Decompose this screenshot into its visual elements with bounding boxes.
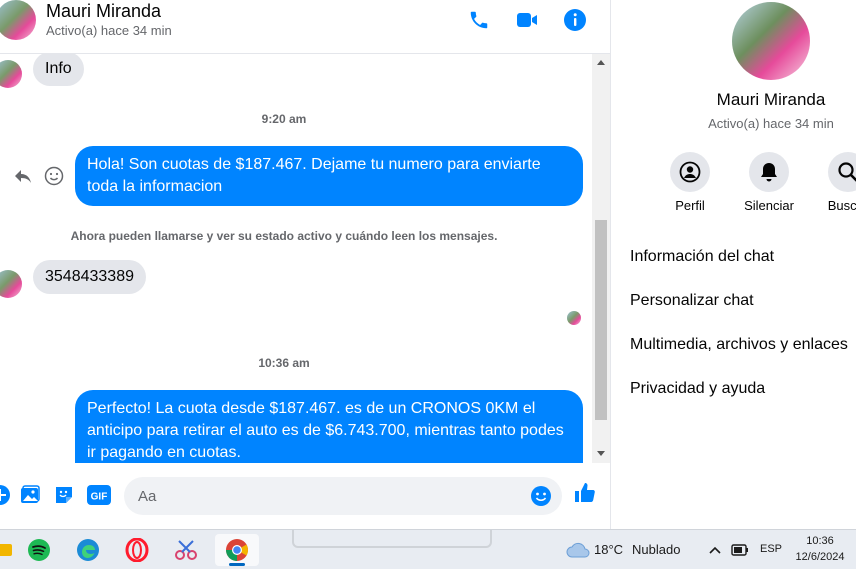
reply-icon[interactable] xyxy=(12,166,34,188)
chat-header: Mauri Miranda Activo(a) hace 34 min xyxy=(0,0,610,54)
profile-name: Mauri Miranda xyxy=(716,90,826,109)
taskbar-search-outline xyxy=(292,530,492,548)
contact-mini-avatar xyxy=(0,270,22,298)
phone-icon[interactable] xyxy=(466,7,492,33)
contact-status: Activo(a) hace 34 min xyxy=(46,23,172,38)
messenger-window: Mauri Miranda Activo(a) hace 34 min Info… xyxy=(0,0,856,569)
scroll-up-arrow[interactable] xyxy=(597,60,605,65)
search-icon xyxy=(828,152,856,192)
spotify-icon[interactable] xyxy=(21,534,57,566)
section-privacy-help[interactable]: Privacidad y ayuda xyxy=(630,380,765,398)
read-receipt-avatar xyxy=(567,311,581,325)
search-action-button[interactable]: Buscar xyxy=(808,152,856,213)
contact-name[interactable]: Mauri Miranda xyxy=(46,1,161,22)
contact-mini-avatar xyxy=(0,60,22,88)
battery-icon[interactable] xyxy=(722,534,758,566)
message-timestamp: 10:36 am xyxy=(258,356,310,370)
message-timestamp: 9:20 am xyxy=(261,112,307,126)
language-indicator[interactable]: ESP xyxy=(760,543,782,555)
video-icon[interactable] xyxy=(514,7,540,33)
search-action-label: Buscar xyxy=(827,198,856,213)
profile-avatar[interactable] xyxy=(732,2,810,80)
incoming-message[interactable]: 3548433389 xyxy=(33,260,146,294)
chat-details-panel: Mauri Miranda Activo(a) hace 34 min Perf… xyxy=(610,0,856,529)
incoming-message[interactable]: Info xyxy=(33,54,84,86)
plus-circle-icon[interactable] xyxy=(0,483,12,507)
clock-time: 10:36 xyxy=(806,535,834,547)
scroll-thumb[interactable] xyxy=(595,220,607,420)
scroll-down-arrow[interactable] xyxy=(597,451,605,456)
outgoing-message[interactable]: Perfecto! La cuota desde $187.467. es de… xyxy=(75,390,583,463)
outgoing-message[interactable]: Hola! Son cuotas de $187.467. Dejame tu … xyxy=(75,146,583,206)
message-input[interactable]: Aa xyxy=(124,477,562,515)
bell-icon xyxy=(749,152,789,192)
emoji-reaction-icon[interactable] xyxy=(43,165,65,187)
weather-temperature[interactable]: 18°C xyxy=(594,542,623,557)
sticker-icon[interactable] xyxy=(52,483,76,507)
taskbar-app-partial[interactable] xyxy=(0,534,22,566)
image-icon[interactable] xyxy=(18,483,42,507)
profile-icon xyxy=(670,152,710,192)
svg-text:GIF: GIF xyxy=(91,492,108,503)
clock-date: 12/6/2024 xyxy=(795,551,845,563)
windows-taskbar: 18°C Nublado ESP 10:36 12/6/2024 xyxy=(0,529,856,569)
system-notice: Ahora pueden llamarse y ver su estado ac… xyxy=(70,229,498,243)
emoji-icon[interactable] xyxy=(530,485,552,507)
section-chat-info[interactable]: Información del chat xyxy=(630,248,774,266)
message-list[interactable]: Info 9:20 am Hola! Son cuotas de $187.46… xyxy=(0,54,592,463)
cloud-icon xyxy=(560,534,596,566)
profile-status: Activo(a) hace 34 min xyxy=(708,116,834,131)
like-icon[interactable] xyxy=(573,481,597,505)
weather-description[interactable]: Nublado xyxy=(632,542,680,557)
chrome-icon[interactable] xyxy=(215,534,259,566)
snipping-tool-icon[interactable] xyxy=(168,534,204,566)
message-composer: GIF Aa xyxy=(0,463,610,529)
info-icon[interactable] xyxy=(562,7,588,33)
message-input-placeholder: Aa xyxy=(138,488,157,505)
system-clock[interactable]: 10:36 12/6/2024 xyxy=(790,533,850,565)
message-scrollbar[interactable] xyxy=(592,54,610,463)
mute-action-button[interactable]: Silenciar xyxy=(729,152,809,213)
section-customize-chat[interactable]: Personalizar chat xyxy=(630,292,754,310)
profile-action-label: Perfil xyxy=(675,198,705,213)
edge-icon[interactable] xyxy=(70,534,106,566)
gif-icon[interactable]: GIF xyxy=(86,483,112,507)
section-media-files[interactable]: Multimedia, archivos y enlaces xyxy=(630,336,848,354)
opera-icon[interactable] xyxy=(119,534,155,566)
profile-action-button[interactable]: Perfil xyxy=(650,152,730,213)
contact-avatar[interactable] xyxy=(0,0,36,40)
mute-action-label: Silenciar xyxy=(744,198,794,213)
active-app-indicator xyxy=(229,563,245,566)
